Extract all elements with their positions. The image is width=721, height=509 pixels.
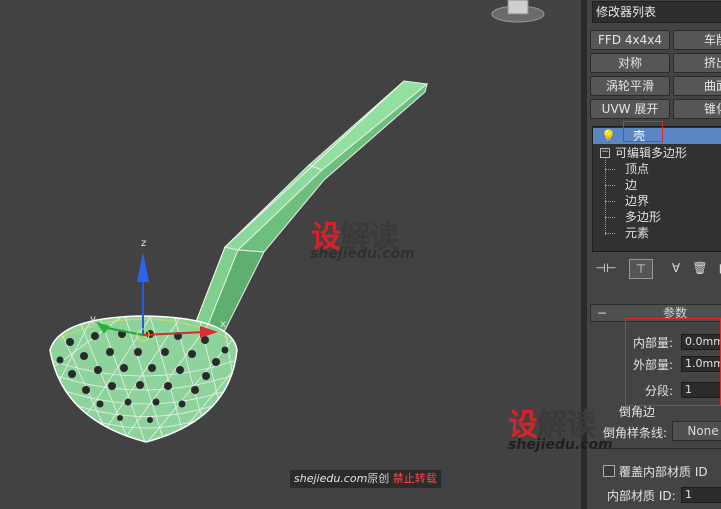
modifier-stack: 💡 壳 − 可编辑多边形 顶点 边 边界 多边形 元素 [592,126,721,252]
modifier-button-extrude[interactable]: 挤出 [673,53,721,73]
stack-item-editable-poly-label: 可编辑多边形 [615,146,688,160]
modifier-button-turbosmooth[interactable]: 涡轮平滑 [590,76,670,96]
inner-mat-id-input[interactable]: 1 [681,487,721,503]
modifier-button-lathe[interactable]: 车削 [673,30,721,50]
highlight-box-shell [623,121,663,142]
bevel-spline-picker[interactable]: None [672,421,721,441]
highlight-box-parameters [625,318,721,406]
axis-z-label: z [141,238,146,249]
override-inner-mat-checkbox[interactable] [603,465,615,477]
inner-mat-id-label: 内部材质 ID: [607,489,676,503]
viewcube-icon[interactable] [490,0,546,24]
stack-subobject-edge[interactable]: 边 [593,177,721,193]
remove-modifier-icon[interactable]: 🗑 [689,259,711,277]
ladle-handle [191,80,429,341]
stack-subobject-vertex[interactable]: 顶点 [593,161,721,177]
modifier-button-taper[interactable]: 锥化 [673,99,721,119]
configure-sets-icon[interactable]: ▮ [711,259,721,277]
credit-original: 原创 [367,472,390,485]
credit-site: shejiedu.com [294,472,368,485]
stack-subobject-element[interactable]: 元素 [593,225,721,241]
modifier-button-ffd[interactable]: FFD 4x4x4 [590,30,670,50]
rollout-collapse-icon: − [597,306,608,320]
stack-toolbar: ⊣⊢ ⊤ ∀ 🗑 ▮ [587,256,721,280]
stack-subobject-polygon[interactable]: 多边形 [593,209,721,225]
bevel-edges-label: 倒角边 [619,405,656,419]
modify-panel: 修改器列表 FFD 4x4x4 车削 对称 挤出 涡轮平滑 曲面 UVW 展开 … [587,0,721,509]
pin-stack-icon[interactable]: ⊣⊢ [595,259,617,277]
make-unique-icon[interactable]: ∀ [665,259,687,277]
axis-x-label: x [220,319,226,330]
watermark-url-2: shejiedu.com [508,437,613,453]
ladle-model: z x y [49,80,429,443]
modifier-list-dropdown[interactable]: 修改器列表 [592,1,721,23]
stack-subobject-border[interactable]: 边界 [593,193,721,209]
modifier-button-symmetry[interactable]: 对称 [590,53,670,73]
watermark-url: shejiedu.com [310,246,415,262]
axis-y-label: y [90,314,96,325]
modifier-button-uvw-unwrap[interactable]: UVW 展开 [590,99,670,119]
stack-item-editable-poly[interactable]: − 可编辑多边形 [593,145,721,161]
credit-banner: shejiedu.com原创 禁止转载 [290,470,441,488]
override-inner-mat-label: 覆盖内部材质 ID [619,465,708,479]
modifier-button-surface[interactable]: 曲面 [673,76,721,96]
credit-ban: 禁止转载 [392,472,437,485]
viewport-perspective[interactable]: z x y 设解读 shejiedu.com shejiedu.com原创 禁止… [0,0,581,509]
lightbulb-icon[interactable]: 💡 [601,128,616,144]
show-end-result-icon[interactable]: ⊤ [629,259,653,279]
